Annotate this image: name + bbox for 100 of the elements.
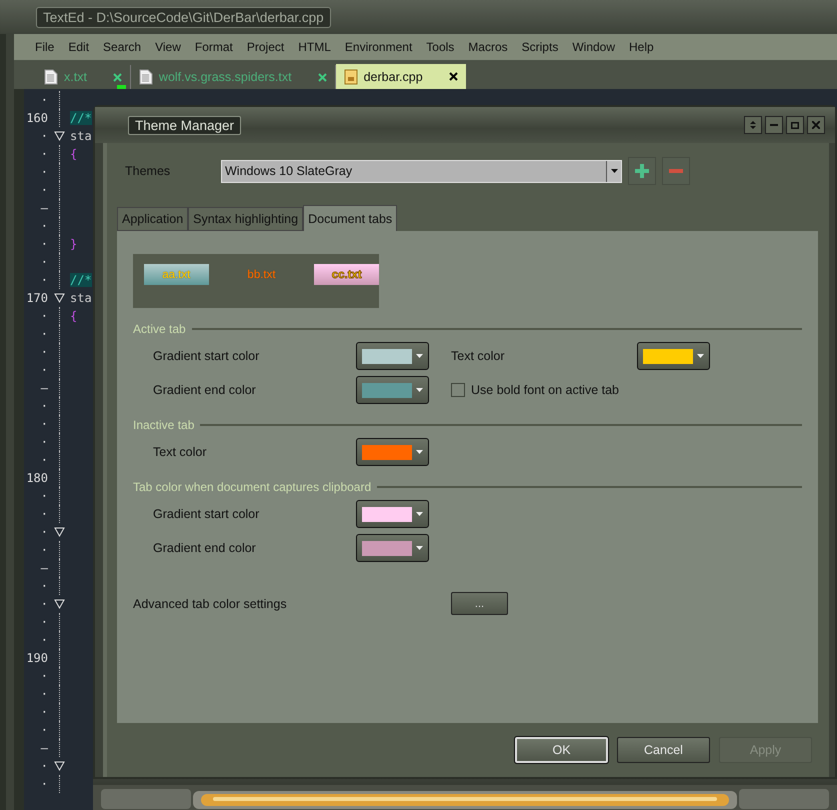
- dropdown-caret-icon: [416, 388, 423, 392]
- window-control-button[interactable]: [744, 116, 762, 134]
- remove-theme-button[interactable]: [662, 157, 690, 185]
- menu-item[interactable]: Search: [96, 40, 148, 54]
- dropdown-caret-icon: [416, 512, 423, 516]
- color-picker-button[interactable]: [356, 376, 429, 404]
- color-picker-button[interactable]: [356, 500, 429, 528]
- line-number: ·: [40, 273, 48, 287]
- code-text: //*: [70, 273, 92, 287]
- setting-label: Advanced tab color settings: [133, 596, 288, 610]
- line-number: ·: [40, 363, 48, 377]
- menu-item[interactable]: Help: [622, 40, 661, 54]
- dialog-title: Theme Manager: [128, 116, 242, 134]
- setting-label: Text color: [153, 445, 208, 459]
- line-number: ·: [40, 687, 48, 701]
- menu-item[interactable]: Environment: [338, 40, 420, 54]
- line-number: ·: [40, 183, 48, 197]
- line-number: 170: [25, 291, 48, 305]
- line-number: ·: [40, 309, 48, 323]
- settings-tab[interactable]: Application: [117, 207, 188, 231]
- menu-item[interactable]: Edit: [61, 40, 96, 54]
- setting-label: Gradient start color: [153, 507, 260, 521]
- line-number: ·: [40, 327, 48, 341]
- add-theme-button[interactable]: [628, 157, 656, 185]
- tab-label: x.txt: [64, 70, 87, 84]
- maximize-icon: [791, 122, 799, 128]
- plus-icon: [635, 164, 649, 178]
- theme-dropdown[interactable]: Windows 10 SlateGray: [221, 160, 622, 182]
- menu-item[interactable]: Format: [188, 40, 240, 54]
- dropdown-caret-icon: [416, 546, 423, 550]
- setting-label: Gradient end color: [153, 541, 257, 555]
- line-number: –: [40, 201, 48, 215]
- code-text: {: [70, 147, 78, 161]
- menu-item[interactable]: Window: [565, 40, 622, 54]
- tab-label: wolf.vs.grass.spiders.txt: [158, 70, 292, 84]
- line-number: 180: [25, 471, 48, 485]
- color-picker-button[interactable]: [637, 342, 710, 370]
- line-number: ·: [40, 147, 48, 161]
- line-number: ·: [40, 417, 48, 431]
- code-text: //*: [70, 111, 92, 125]
- line-number: ·: [40, 579, 48, 593]
- checkbox-label: Use bold font on active tab: [471, 383, 620, 397]
- color-picker-button[interactable]: [356, 438, 429, 466]
- line-number: –: [40, 561, 48, 575]
- line-number: ·: [40, 453, 48, 467]
- window-control-button[interactable]: [807, 116, 825, 134]
- color-picker-button[interactable]: [356, 534, 429, 562]
- preview-tab-label: aa.txt: [144, 264, 209, 285]
- line-number: ·: [40, 129, 48, 143]
- color-picker-button[interactable]: [356, 342, 429, 370]
- window-control-button[interactable]: [786, 116, 804, 134]
- line-number: ·: [40, 525, 48, 539]
- checkbox[interactable]: [451, 383, 465, 397]
- line-number: ·: [40, 489, 48, 503]
- menu-item[interactable]: View: [148, 40, 188, 54]
- code-text: {: [70, 309, 78, 323]
- code-text: sta: [70, 129, 92, 143]
- line-number: ·: [40, 597, 48, 611]
- line-number: ·: [40, 399, 48, 413]
- line-number: ·: [40, 705, 48, 719]
- close-icon[interactable]: [448, 72, 458, 81]
- dropdown-caret-icon: [416, 354, 423, 358]
- settings-tab[interactable]: Syntax highlighting: [188, 207, 304, 231]
- dropdown-value: Windows 10 SlateGray: [225, 164, 352, 178]
- tab-label: derbar.cpp: [364, 70, 423, 84]
- line-number: 190: [25, 651, 48, 665]
- line-number: ·: [40, 633, 48, 647]
- line-number: ·: [40, 507, 48, 521]
- themes-label: Themes: [124, 164, 172, 178]
- advanced-settings-button[interactable]: ...: [451, 592, 508, 615]
- menu-item[interactable]: Macros: [461, 40, 515, 54]
- line-number: ·: [40, 669, 48, 683]
- preview-tab-label: cc.txt: [314, 264, 379, 285]
- menu-item[interactable]: Scripts: [514, 40, 566, 54]
- file-icon: [138, 69, 153, 85]
- line-number: 160: [25, 111, 48, 125]
- line-number: ·: [40, 219, 48, 233]
- minimize-icon: [770, 124, 778, 126]
- code-text: sta: [70, 291, 92, 305]
- line-number: ·: [40, 345, 48, 359]
- roll-up-icon: [750, 121, 756, 129]
- preview-tab-label: bb.txt: [246, 268, 277, 282]
- window-control-button[interactable]: [765, 116, 783, 134]
- document-tab[interactable]: derbar.cpp: [336, 64, 466, 89]
- settings-tab[interactable]: Document tabs: [303, 205, 398, 231]
- line-number: ·: [40, 615, 48, 629]
- dropdown-caret-icon: [416, 450, 423, 454]
- line-number: ·: [40, 435, 48, 449]
- menu-item[interactable]: HTML: [291, 40, 338, 54]
- line-number: –: [40, 381, 48, 395]
- menu-item[interactable]: Tools: [419, 40, 462, 54]
- file-icon: [44, 69, 58, 85]
- group-heading: Tab color when document captures clipboard: [133, 480, 372, 494]
- menu-item[interactable]: File: [28, 40, 62, 54]
- menu-item[interactable]: Project: [240, 40, 292, 54]
- dialog-button[interactable]: Cancel: [617, 737, 710, 763]
- modified-marker: [116, 85, 126, 89]
- setting-label: Text color: [451, 349, 506, 363]
- line-number: ·: [40, 777, 48, 791]
- dialog-button[interactable]: OK: [515, 737, 608, 763]
